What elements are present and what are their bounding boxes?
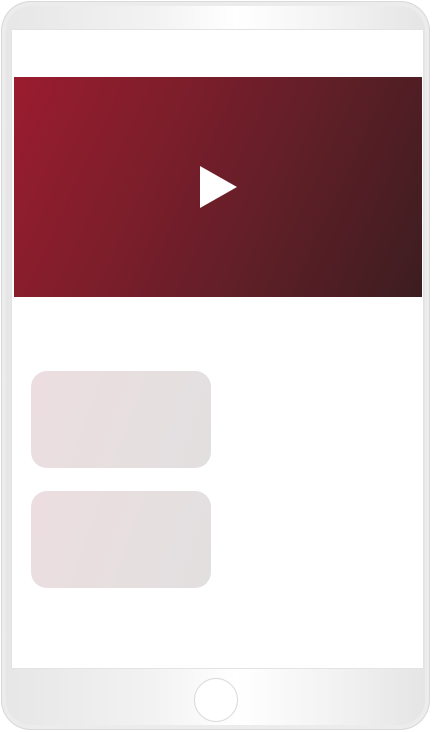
content-card-placeholder[interactable]: [31, 371, 211, 468]
device-screen: [11, 29, 424, 669]
tablet-device-frame: [1, 1, 430, 730]
video-player[interactable]: [14, 77, 422, 297]
play-icon[interactable]: [200, 166, 237, 208]
home-button[interactable]: [194, 678, 238, 722]
content-card-placeholder[interactable]: [31, 491, 211, 588]
